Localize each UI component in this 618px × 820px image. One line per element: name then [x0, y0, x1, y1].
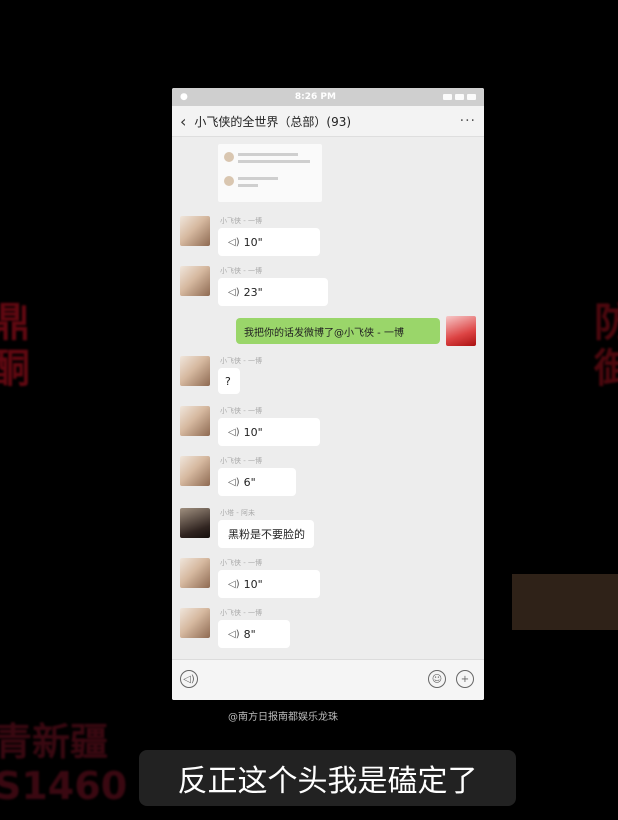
sender-name: 小飞侠 - 一博 — [220, 357, 262, 365]
text-message[interactable]: ? — [218, 368, 240, 394]
my-avatar[interactable] — [446, 316, 476, 346]
embedded-screenshot — [218, 144, 322, 202]
voice-icon: ◁) — [228, 476, 240, 488]
avatar[interactable] — [180, 558, 210, 588]
voice-icon: ◁) — [228, 286, 240, 298]
sender-name: 小飞侠 - 一博 — [220, 609, 262, 617]
voice-message[interactable]: ◁) 10" — [218, 570, 320, 598]
background-text-right: 防御 — [594, 300, 618, 392]
mini-avatar-icon — [224, 152, 234, 162]
avatar[interactable] — [180, 266, 210, 296]
mini-avatar-icon — [224, 176, 234, 186]
status-dot-icon: ● — [180, 92, 188, 102]
voice-duration: 10" — [243, 577, 263, 591]
avatar[interactable] — [180, 508, 210, 538]
avatar[interactable] — [180, 456, 210, 486]
sender-name: 小飞侠 - 一博 — [220, 457, 262, 465]
voice-message[interactable]: ◁) 8" — [218, 620, 290, 648]
voice-duration: 8" — [243, 627, 256, 641]
background-text-left: 鼎酮 — [0, 300, 30, 392]
avatar[interactable] — [180, 406, 210, 436]
status-icons — [443, 94, 476, 100]
chat-area[interactable]: 小飞侠 - 一博 ◁) 10" 小飞侠 - 一博 ◁) 23" 我把你的话发微博… — [172, 136, 484, 656]
voice-icon: ◁) — [228, 578, 240, 590]
back-icon[interactable]: ‹ — [180, 112, 186, 131]
avatar[interactable] — [180, 608, 210, 638]
voice-duration: 6" — [243, 475, 256, 489]
outgoing-text-message[interactable]: 我把你的话发微博了@小飞侠 - 一博 — [236, 318, 440, 344]
text-message[interactable]: 黑粉是不要脸的 — [218, 520, 314, 548]
sender-name: 小飞侠 - 一博 — [220, 559, 262, 567]
voice-duration: 10" — [243, 425, 263, 439]
sender-name: 小飞侠 - 一博 — [220, 217, 262, 225]
avatar[interactable] — [180, 356, 210, 386]
voice-message[interactable]: ◁) 23" — [218, 278, 328, 306]
chat-header: ‹ 小飞侠的全世界（总部）(93) ··· — [172, 106, 484, 137]
voice-icon: ◁) — [228, 236, 240, 248]
sender-name: 小飞侠 - 一博 — [220, 267, 262, 275]
voice-message[interactable]: ◁) 10" — [218, 228, 320, 256]
status-time: 8:26 PM — [294, 92, 336, 102]
voice-message[interactable]: ◁) 10" — [218, 418, 320, 446]
voice-duration: 10" — [243, 235, 263, 249]
add-icon[interactable]: + — [456, 670, 474, 688]
input-bar: ◁) ☺ + — [172, 659, 484, 700]
more-menu-icon[interactable]: ··· — [460, 113, 476, 129]
phone-screen: ● 8:26 PM ‹ 小飞侠的全世界（总部）(93) ··· 小飞侠 - 一博… — [172, 88, 484, 700]
emoji-icon[interactable]: ☺ — [428, 670, 446, 688]
weibo-watermark: @南方日报南都娱乐龙珠 — [228, 712, 338, 723]
avatar[interactable] — [180, 216, 210, 246]
sender-name: 小飞侠 - 一博 — [220, 407, 262, 415]
voice-input-icon[interactable]: ◁) — [180, 670, 198, 688]
chat-title: 小飞侠的全世界（总部）(93) — [194, 114, 352, 129]
voice-message[interactable]: ◁) 6" — [218, 468, 296, 496]
status-bar: ● 8:26 PM — [172, 88, 484, 106]
voice-icon: ◁) — [228, 426, 240, 438]
sender-name: 小塔 - 阿未 — [220, 509, 255, 517]
voice-duration: 23" — [243, 285, 263, 299]
video-subtitle: 反正这个头我是磕定了 — [139, 750, 516, 806]
background-text-left-bottom: 青新疆 S1460 — [0, 720, 128, 808]
background-block — [512, 574, 618, 630]
voice-icon: ◁) — [228, 628, 240, 640]
